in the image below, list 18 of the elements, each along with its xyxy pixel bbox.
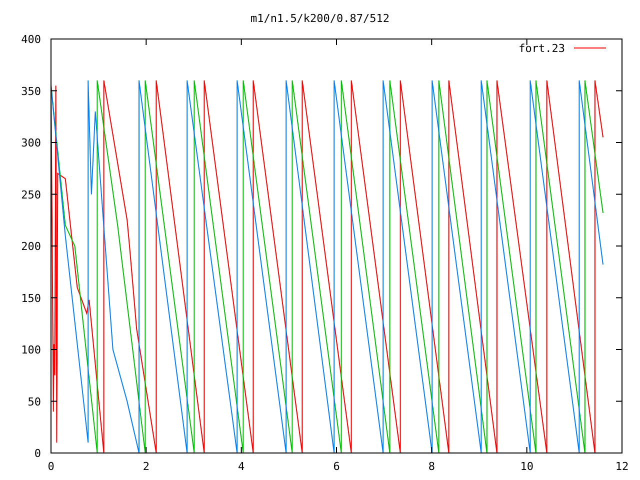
x-tick-label: 8 xyxy=(428,460,435,473)
legend-label: fort.23 xyxy=(518,42,565,55)
y-tick-label: 100 xyxy=(21,344,41,356)
x-tick-label: 6 xyxy=(333,460,340,473)
x-tick-label: 2 xyxy=(142,460,150,473)
y-tick-label: 250 xyxy=(21,188,41,202)
y-tick-label: 150 xyxy=(21,292,41,305)
x-tick-label: 4 xyxy=(238,460,245,473)
x-tick-label: 0 xyxy=(48,460,54,473)
y-tick-label: 400 xyxy=(21,33,41,46)
y-tick-label: 200 xyxy=(21,240,41,253)
x-tick-label: 10 xyxy=(520,460,534,473)
y-tick-label: 300 xyxy=(21,136,41,150)
chart-title: m1/n1.5/k200/0.87/512 xyxy=(250,12,390,25)
x-tick-label: 12 xyxy=(615,460,629,473)
y-tick-label: 0 xyxy=(34,447,41,460)
y-tick-label: 350 xyxy=(21,84,41,98)
y-tick-label: 50 xyxy=(28,395,41,408)
